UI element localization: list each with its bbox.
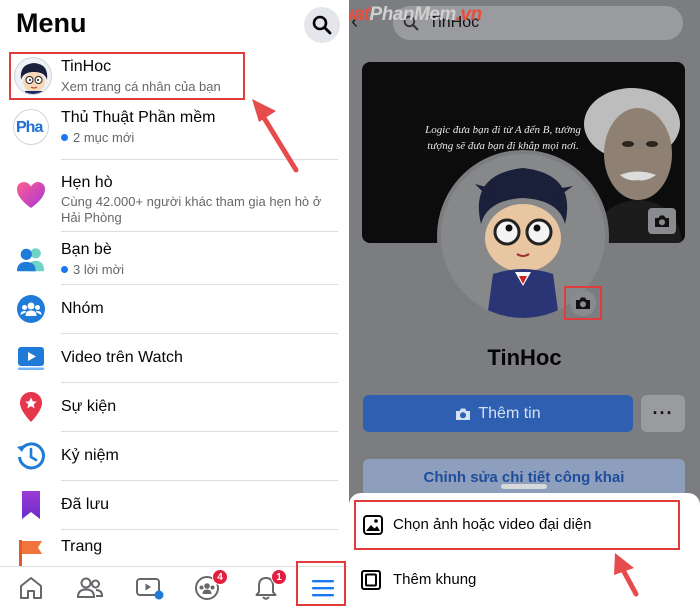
- page-avatar: Pha: [13, 109, 49, 145]
- edit-profile-picture-button[interactable]: [564, 286, 602, 320]
- search-icon: [312, 15, 332, 35]
- home-icon: [20, 577, 42, 599]
- add-story-label: Thêm tin: [478, 404, 541, 422]
- profile-panel: ‹ TinHoc Logic đưa bạn đi từ A đến B, tư…: [349, 0, 700, 609]
- tab-groups[interactable]: 4: [192, 569, 228, 603]
- menu-item-label: Trang: [61, 538, 103, 555]
- groups-badge: 4: [212, 569, 228, 585]
- divider: [61, 529, 338, 530]
- camera-badge: [570, 290, 596, 316]
- watch-icon: [16, 343, 46, 373]
- camera-icon: [655, 215, 669, 227]
- add-frame-option[interactable]: Thêm khung: [354, 557, 680, 603]
- divider: [61, 159, 338, 160]
- page-new-count: 2 mục mới: [61, 130, 134, 146]
- menu-item-friends[interactable]: Bạn bè 3 lời mời: [0, 236, 348, 284]
- menu-item-label: Sự kiện: [61, 398, 117, 415]
- tab-notifications[interactable]: 1: [251, 569, 287, 603]
- new-dot-icon: [61, 134, 68, 142]
- menu-item-watch[interactable]: Video trên Watch: [0, 337, 348, 381]
- watch-outline-icon: [136, 578, 164, 600]
- choose-profile-photo-option[interactable]: Chọn ảnh hoặc video đại diện: [354, 500, 680, 550]
- page-avatar-text: Pha: [16, 119, 43, 136]
- page-row-thu-thuat[interactable]: Pha Thủ Thuật Phần mềm 2 mục mới: [0, 104, 348, 154]
- frame-icon: [361, 570, 381, 590]
- option-label: Thêm khung: [393, 571, 477, 588]
- avatar: [14, 57, 52, 95]
- menu-item-label: Kỷ niệm: [61, 447, 119, 464]
- divider: [61, 284, 338, 285]
- friends-icon: [16, 244, 46, 274]
- edit-public-details-button[interactable]: Chỉnh sửa chi tiết công khai: [363, 459, 685, 496]
- search-button[interactable]: [304, 7, 340, 43]
- menu-item-sub: Cùng 42.000+ người khác tham gia hẹn hò …: [61, 194, 322, 225]
- saved-icon: [16, 490, 46, 520]
- menu-item-label: Video trên Watch: [61, 349, 183, 366]
- photo-icon: [363, 515, 383, 535]
- divider: [61, 480, 338, 481]
- menu-title: Menu: [16, 8, 87, 38]
- profile-name-heading: TinHoc: [487, 345, 562, 370]
- menu-item-label: Nhóm: [61, 300, 104, 317]
- menu-item-label: Bạn bè: [61, 241, 112, 258]
- menu-item-saved[interactable]: Đã lưu: [0, 484, 348, 528]
- pages-icon: [16, 537, 46, 567]
- events-icon: [16, 392, 46, 422]
- action-sheet: Chọn ảnh hoặc video đại diện Thêm khung: [349, 484, 700, 609]
- page-name: Thủ Thuật Phần mềm: [61, 109, 216, 126]
- cover-quote: Logic đưa bạn đi từ A đến B, tưởng tượng…: [425, 124, 581, 152]
- sheet-handle[interactable]: [501, 484, 547, 489]
- menu-item-label: Hẹn hò: [61, 174, 113, 191]
- option-label: Chọn ảnh hoặc video đại diện: [393, 516, 592, 533]
- menu-item-dating[interactable]: Hẹn hò Cùng 42.000+ người khác tham gia …: [0, 166, 348, 228]
- groups-icon: [16, 294, 46, 324]
- divider: [61, 431, 338, 432]
- notifications-badge: 1: [271, 569, 287, 585]
- camera-icon: [576, 297, 590, 309]
- menu-item-events[interactable]: Sự kiện: [0, 386, 348, 430]
- camera-icon: [456, 408, 471, 420]
- tab-watch[interactable]: [135, 573, 165, 603]
- menu-item-sub: 3 lời mời: [61, 262, 124, 278]
- add-story-button[interactable]: Thêm tin: [363, 395, 633, 432]
- menu-item-label: Đã lưu: [61, 496, 110, 513]
- divider: [61, 333, 338, 334]
- highlight-box-menu-tab: [296, 561, 346, 606]
- divider: [61, 382, 338, 383]
- more-options-button[interactable]: ···: [641, 395, 685, 432]
- dating-heart-icon: [16, 180, 46, 210]
- tab-home[interactable]: [16, 573, 46, 603]
- profile-name: TinHoc: [61, 58, 112, 75]
- menu-item-groups[interactable]: Nhóm: [0, 288, 348, 332]
- menu-item-memories[interactable]: Kỷ niệm: [0, 435, 348, 479]
- profile-row[interactable]: TinHoc Xem trang cá nhân của bạn: [9, 52, 245, 100]
- profile-subtitle: Xem trang cá nhân của bạn: [61, 79, 221, 94]
- memories-icon: [16, 441, 46, 471]
- tab-friends[interactable]: [75, 573, 105, 603]
- site-watermark: ThuThuatPhanMem.vn: [349, 4, 482, 25]
- new-dot-icon: [61, 266, 68, 274]
- friends-outline-icon: [76, 577, 104, 598]
- menu-panel: Menu TinHoc Xem trang cá nhân của bạn Ph…: [0, 0, 348, 609]
- divider: [61, 231, 338, 232]
- edit-cover-button[interactable]: [648, 208, 676, 234]
